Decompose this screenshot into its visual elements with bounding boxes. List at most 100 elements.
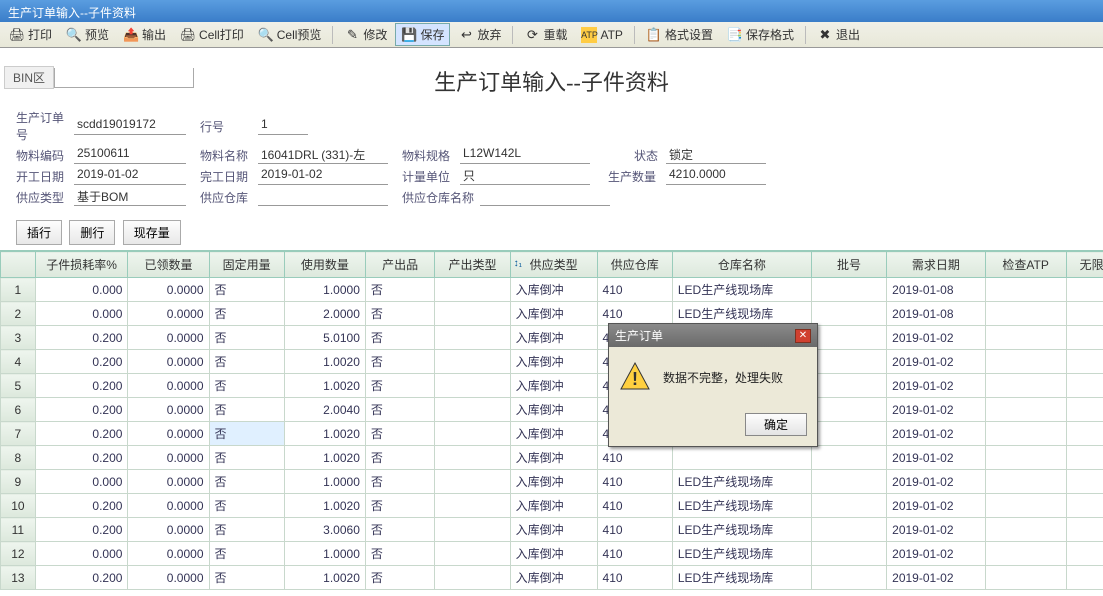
cell-batch[interactable] bbox=[811, 566, 886, 590]
table-row[interactable]: 60.2000.0000否2.0040否入库倒冲4102019-01-02 bbox=[1, 398, 1103, 422]
cell-whname[interactable]: LED生产线现场库 bbox=[672, 542, 811, 566]
row-number[interactable]: 13 bbox=[1, 566, 36, 590]
cell-batch[interactable] bbox=[811, 518, 886, 542]
col-outtype[interactable]: 产出类型 bbox=[435, 252, 510, 278]
cell-recv[interactable]: 0.0000 bbox=[128, 470, 209, 494]
cell-preview-button[interactable]: 🔍Cell预览 bbox=[252, 23, 328, 46]
format-button[interactable]: 📋格式设置 bbox=[640, 23, 719, 46]
cell-fixed[interactable]: 否 bbox=[209, 302, 284, 326]
table-row[interactable]: 10.0000.0000否1.0000否入库倒冲410LED生产线现场库2019… bbox=[1, 278, 1103, 302]
cell-outtype[interactable] bbox=[435, 374, 510, 398]
table-row[interactable]: 40.2000.0000否1.0020否入库倒冲4102019-01-02 bbox=[1, 350, 1103, 374]
bin-input[interactable] bbox=[54, 68, 194, 88]
cell-batch[interactable] bbox=[811, 302, 886, 326]
cell-use[interactable]: 1.0020 bbox=[284, 446, 365, 470]
cell-supply[interactable]: 入库倒冲 bbox=[510, 278, 597, 302]
cell-outtype[interactable] bbox=[435, 494, 510, 518]
cell-whname[interactable]: LED生产线现场库 bbox=[672, 566, 811, 590]
cell-supply[interactable]: 入库倒冲 bbox=[510, 446, 597, 470]
edit-button[interactable]: ✎修改 bbox=[338, 23, 393, 46]
cell-output[interactable]: 否 bbox=[365, 374, 435, 398]
cell-unlimited[interactable] bbox=[1066, 278, 1103, 302]
cell-output[interactable]: 否 bbox=[365, 398, 435, 422]
cell-outtype[interactable] bbox=[435, 398, 510, 422]
cell-unlimited[interactable] bbox=[1066, 374, 1103, 398]
cell-supply[interactable]: 入库倒冲 bbox=[510, 350, 597, 374]
cell-loss[interactable]: 0.200 bbox=[35, 446, 128, 470]
cell-fixed[interactable]: 否 bbox=[209, 494, 284, 518]
table-row[interactable]: 70.2000.0000否1.0020否入库倒冲4102019-01-02 bbox=[1, 422, 1103, 446]
dialog-titlebar[interactable]: 生产订单 ✕ bbox=[609, 324, 817, 347]
row-number[interactable]: 12 bbox=[1, 542, 36, 566]
delete-row-button[interactable]: 删行 bbox=[69, 220, 115, 245]
cell-loss[interactable]: 0.200 bbox=[35, 374, 128, 398]
cell-req[interactable]: 2019-01-02 bbox=[887, 470, 985, 494]
supply-type-field[interactable]: 基于BOM bbox=[74, 188, 186, 206]
cell-output[interactable]: 否 bbox=[365, 350, 435, 374]
start-date-field[interactable]: 2019-01-02 bbox=[74, 167, 186, 185]
cell-use[interactable]: 1.0020 bbox=[284, 494, 365, 518]
cell-outtype[interactable] bbox=[435, 326, 510, 350]
cell-loss[interactable]: 0.200 bbox=[35, 350, 128, 374]
cell-loss[interactable]: 0.200 bbox=[35, 398, 128, 422]
qty-field[interactable]: 4210.0000 bbox=[666, 167, 766, 185]
end-date-field[interactable]: 2019-01-02 bbox=[258, 167, 388, 185]
mat-spec-field[interactable]: L12W142L bbox=[460, 146, 590, 164]
cell-recv[interactable]: 0.0000 bbox=[128, 326, 209, 350]
abandon-button[interactable]: ↩放弃 bbox=[452, 23, 507, 46]
cell-fixed[interactable]: 否 bbox=[209, 278, 284, 302]
cell-fixed[interactable]: 否 bbox=[209, 398, 284, 422]
cell-supply[interactable]: 入库倒冲 bbox=[510, 542, 597, 566]
cell-atp[interactable] bbox=[985, 542, 1066, 566]
line-no-field[interactable]: 1 bbox=[258, 117, 308, 135]
cell-req[interactable]: 2019-01-02 bbox=[887, 566, 985, 590]
cell-atp[interactable] bbox=[985, 326, 1066, 350]
cell-recv[interactable]: 0.0000 bbox=[128, 302, 209, 326]
row-number[interactable]: 11 bbox=[1, 518, 36, 542]
cell-wh[interactable]: 410 bbox=[597, 446, 672, 470]
cell-outtype[interactable] bbox=[435, 542, 510, 566]
cell-wh[interactable]: 410 bbox=[597, 542, 672, 566]
cell-recv[interactable]: 0.0000 bbox=[128, 494, 209, 518]
cell-req[interactable]: 2019-01-02 bbox=[887, 326, 985, 350]
data-grid[interactable]: 子件损耗率% 已领数量 固定用量 使用数量 产出品 产出类型 ↕₁供应类型 供应… bbox=[0, 251, 1103, 590]
cell-unlimited[interactable] bbox=[1066, 326, 1103, 350]
cell-unlimited[interactable] bbox=[1066, 470, 1103, 494]
uom-field[interactable]: 只 bbox=[460, 167, 590, 185]
cell-unlimited[interactable] bbox=[1066, 302, 1103, 326]
cell-atp[interactable] bbox=[985, 518, 1066, 542]
col-output[interactable]: 产出品 bbox=[365, 252, 435, 278]
col-supply[interactable]: ↕₁供应类型 bbox=[510, 252, 597, 278]
cell-whname[interactable] bbox=[672, 446, 811, 470]
cell-use[interactable]: 2.0040 bbox=[284, 398, 365, 422]
cell-supply[interactable]: 入库倒冲 bbox=[510, 302, 597, 326]
cell-batch[interactable] bbox=[811, 278, 886, 302]
cell-supply[interactable]: 入库倒冲 bbox=[510, 422, 597, 446]
cell-use[interactable]: 2.0000 bbox=[284, 302, 365, 326]
cell-outtype[interactable] bbox=[435, 422, 510, 446]
col-use[interactable]: 使用数量 bbox=[284, 252, 365, 278]
cell-unlimited[interactable] bbox=[1066, 446, 1103, 470]
cell-supply[interactable]: 入库倒冲 bbox=[510, 398, 597, 422]
cell-recv[interactable]: 0.0000 bbox=[128, 542, 209, 566]
cell-loss[interactable]: 0.200 bbox=[35, 494, 128, 518]
cell-atp[interactable] bbox=[985, 398, 1066, 422]
cell-req[interactable]: 2019-01-02 bbox=[887, 518, 985, 542]
table-row[interactable]: 110.2000.0000否3.0060否入库倒冲410LED生产线现场库201… bbox=[1, 518, 1103, 542]
cell-loss[interactable]: 0.000 bbox=[35, 470, 128, 494]
save-format-button[interactable]: 📑保存格式 bbox=[721, 23, 800, 46]
cell-outtype[interactable] bbox=[435, 278, 510, 302]
cell-atp[interactable] bbox=[985, 470, 1066, 494]
table-row[interactable]: 30.2000.0000否5.0100否入库倒冲4102019-01-02 bbox=[1, 326, 1103, 350]
cell-loss[interactable]: 0.000 bbox=[35, 302, 128, 326]
save-button[interactable]: 💾保存 bbox=[395, 23, 450, 46]
cell-loss[interactable]: 0.000 bbox=[35, 542, 128, 566]
cell-atp[interactable] bbox=[985, 446, 1066, 470]
cell-fixed[interactable]: 否 bbox=[209, 350, 284, 374]
cell-use[interactable]: 5.0100 bbox=[284, 326, 365, 350]
cell-unlimited[interactable] bbox=[1066, 518, 1103, 542]
supply-wh-name-field[interactable] bbox=[480, 188, 610, 206]
cell-use[interactable]: 1.0000 bbox=[284, 542, 365, 566]
status-field[interactable]: 锁定 bbox=[666, 146, 766, 164]
col-atp[interactable]: 检查ATP bbox=[985, 252, 1066, 278]
